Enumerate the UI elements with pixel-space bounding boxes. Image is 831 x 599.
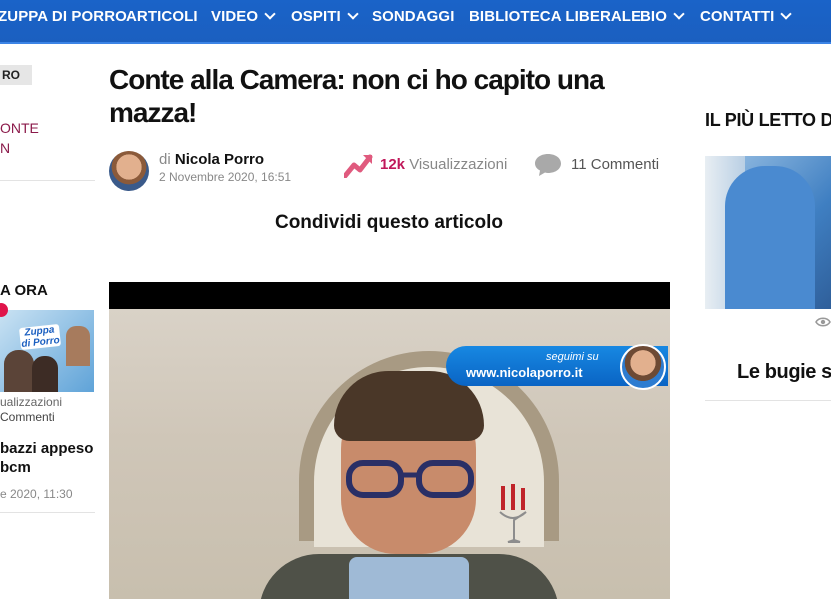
nav-item-biblioteca-liberale[interactable]: BIBLIOTECA LIBERALE: [469, 8, 641, 25]
nav-item-bio[interactable]: BIO: [640, 8, 685, 25]
video-frame: seguimi su www.nicolaporro.it: [109, 309, 670, 599]
eye-icon: [815, 317, 831, 327]
nav-item-ospiti[interactable]: OSPITI: [291, 8, 359, 25]
candelabra-decor: [499, 484, 527, 543]
author-byline: di Nicola Porro: [159, 151, 264, 168]
banner-small-text: seguimi su: [546, 351, 599, 363]
nav-item-zuppa-di-porro[interactable]: ZUPPA DI PORRO: [0, 8, 127, 25]
category-badge[interactable]: RO: [0, 65, 32, 85]
sidebar-link-line: N: [0, 140, 11, 156]
nav-label: VIDEO: [211, 8, 259, 25]
divider: [0, 180, 95, 181]
nav-label: CONTATTI: [700, 8, 775, 25]
article-title: Conte alla Camera: non ci ho capito una …: [109, 64, 605, 128]
top-navigation-bar: ZUPPA DI PORRO ARTICOLI VIDEO OSPITI SON…: [0, 0, 831, 44]
nav-item-video[interactable]: VIDEO: [211, 8, 276, 25]
author-avatar[interactable]: [109, 151, 149, 191]
article-comments[interactable]: Commenti: [0, 410, 55, 424]
person-silhouette: [66, 326, 90, 366]
most-read-thumbnail[interactable]: [705, 156, 831, 309]
comments-count: 11 Commenti: [571, 155, 660, 173]
thumbnail-logo-text: Zuppa di Porro: [18, 323, 62, 351]
author-link[interactable]: Nicola Porro: [175, 151, 264, 168]
views-label: Visualizzazioni: [409, 155, 508, 173]
person-collar: [349, 557, 469, 599]
comments-link[interactable]: 11 Commenti: [533, 152, 659, 178]
nav-label: ARTICOLI: [126, 8, 198, 25]
person-silhouette: [32, 356, 58, 392]
byline-prefix: di: [159, 151, 171, 168]
sidebar-article-title[interactable]: bazzi appeso bcm: [0, 439, 95, 477]
article-date: 2 Novembre 2020, 16:51: [159, 170, 292, 184]
share-heading: Condividi questo articolo: [274, 212, 503, 233]
banner-avatar: [620, 344, 666, 390]
nav-label: SONDAGGI: [372, 8, 455, 25]
chevron-down-icon: [347, 8, 359, 20]
person-silhouette: [4, 350, 34, 392]
chevron-down-icon: [780, 8, 793, 20]
chevron-down-icon: [264, 8, 276, 20]
person-silhouette: [725, 166, 815, 309]
divider: [0, 512, 95, 513]
views-count: 12k: [380, 155, 406, 173]
views-counter: 12k Visualizzazioni: [344, 152, 507, 178]
nav-item-articoli[interactable]: ARTICOLI: [126, 8, 198, 25]
nav-label: BIO: [640, 8, 667, 25]
video-watermark-banner: seguimi su www.nicolaporro.it: [446, 344, 668, 390]
most-read-article-title[interactable]: Le bugie s: [737, 361, 831, 384]
nav-label: OSPITI: [291, 8, 341, 25]
article-views: ualizzazioni: [0, 395, 63, 409]
divider: [705, 400, 831, 401]
nav-item-sondaggi[interactable]: SONDAGGI: [372, 8, 454, 25]
nav-label: BIBLIOTECA LIBERALE: [469, 8, 642, 25]
nav-item-contatti[interactable]: CONTATTI: [700, 8, 793, 25]
sidebar-section-heading: A ORA: [0, 282, 48, 299]
glasses-shape: [346, 460, 474, 498]
chevron-down-icon: [673, 8, 685, 20]
sidebar-link[interactable]: ONTE N: [0, 118, 39, 158]
sidebar-link-line: ONTE: [0, 120, 39, 136]
sidebar-article-date: e 2020, 11:30: [0, 487, 73, 501]
banner-url-text: www.nicolaporro.it: [466, 365, 583, 380]
nav-label: ZUPPA DI PORRO: [0, 8, 127, 25]
video-player[interactable]: seguimi su www.nicolaporro.it: [109, 282, 670, 599]
most-read-heading: IL PIÙ LETTO D: [705, 110, 831, 130]
comment-bubble-icon: [535, 154, 561, 176]
trending-up-icon: [344, 154, 373, 178]
article-thumbnail[interactable]: Zuppa di Porro: [0, 310, 94, 392]
